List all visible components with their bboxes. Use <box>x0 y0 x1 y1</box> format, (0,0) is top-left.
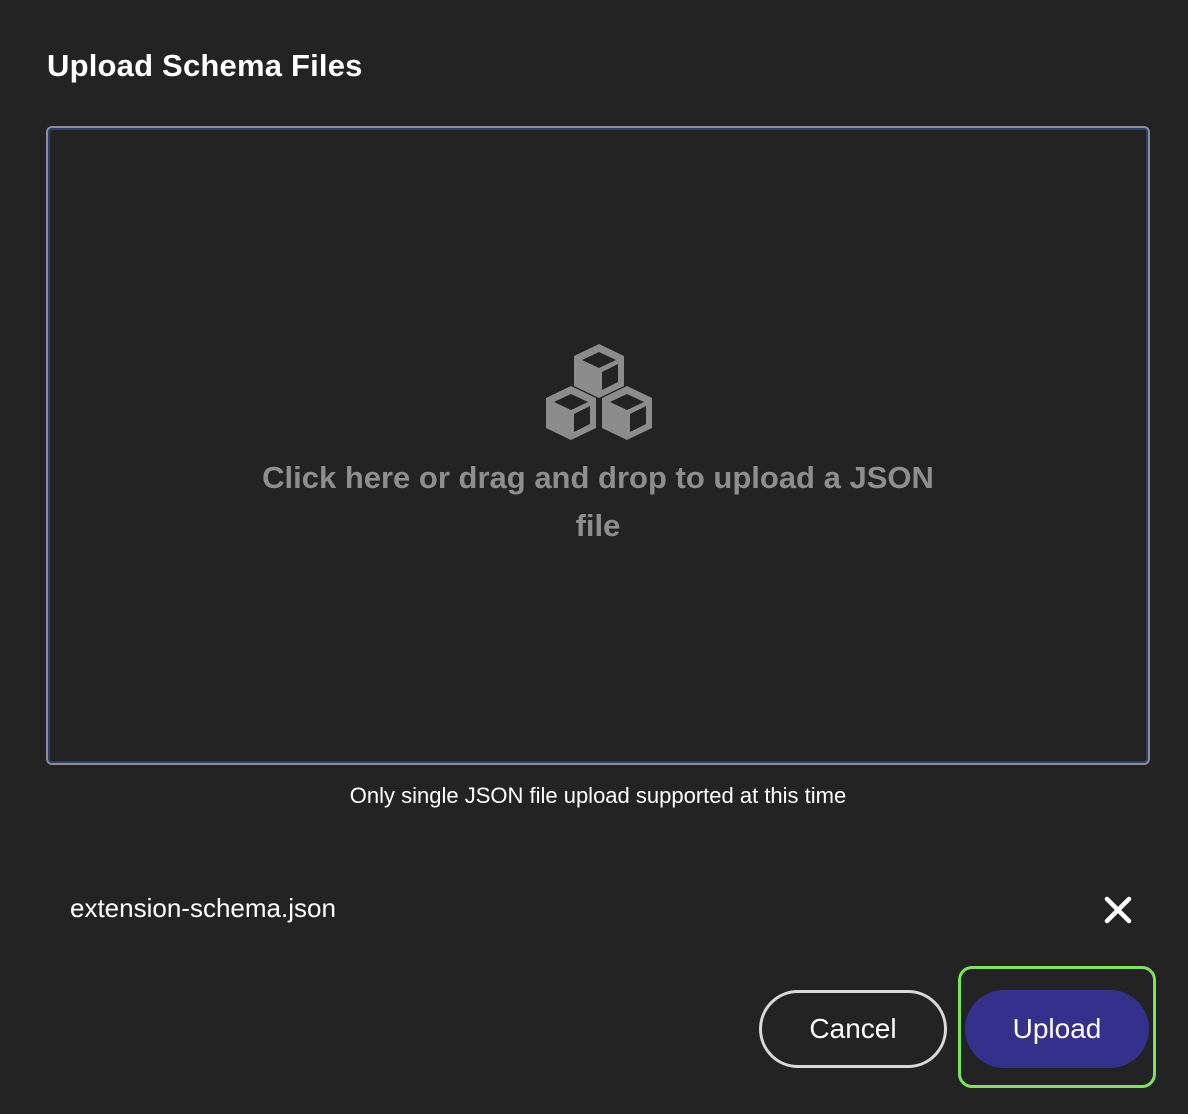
file-dropzone[interactable]: Click here or drag and drop to upload a … <box>46 126 1150 765</box>
cancel-button[interactable]: Cancel <box>759 990 947 1068</box>
selected-file-row: extension-schema.json <box>70 890 1140 930</box>
upload-schema-dialog: Upload Schema Files Click here or drag a… <box>0 0 1188 1114</box>
dialog-title: Upload Schema Files <box>47 48 363 83</box>
upload-hint: Only single JSON file upload supported a… <box>349 783 847 808</box>
dropzone-prompt: Click here or drag and drop to upload a … <box>262 460 934 543</box>
close-icon[interactable] <box>1102 894 1134 926</box>
upload-button[interactable]: Upload <box>965 990 1149 1068</box>
selected-file-name: extension-schema.json <box>70 893 336 923</box>
cubes-icon <box>546 344 652 440</box>
